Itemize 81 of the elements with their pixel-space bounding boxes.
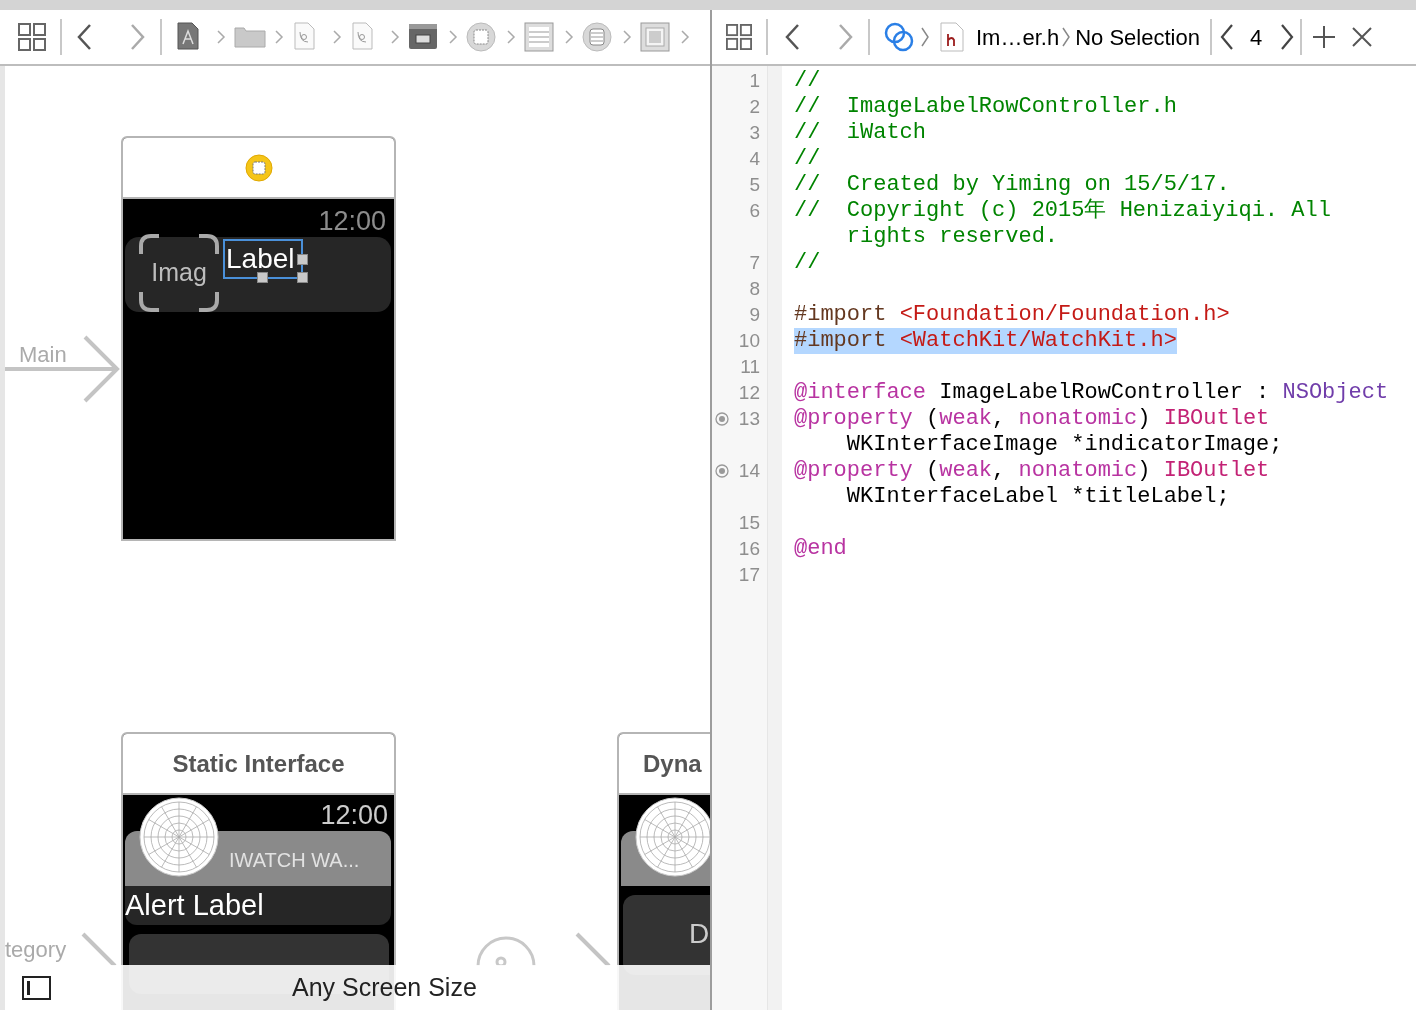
clapperboard-icon[interactable] [408,22,440,52]
row-group[interactable] [125,237,391,312]
line-number: 10 [738,328,760,353]
entry-point-label: Main [19,341,67,369]
code-line: @end [794,536,847,562]
clock-time: 12:00 [318,205,386,238]
forward-icon[interactable] [838,23,854,51]
chevron-icon [622,29,632,45]
line-number: 5 [749,172,760,197]
resize-handle[interactable] [297,272,308,283]
line-number: 15 [738,510,760,535]
add-icon[interactable] [1312,25,1337,49]
line-number: 6 [749,198,760,223]
code-line: // [794,146,821,172]
line-number: 2 [749,94,760,119]
line-number: 7 [749,250,760,275]
line-number: 1 [749,68,760,93]
close-icon[interactable] [1352,27,1373,47]
scene-title: Static Interface [172,748,345,779]
grid-icon[interactable] [18,23,46,51]
round-list-icon[interactable] [582,22,614,52]
code-line: WKInterfaceImage *indicatorImage; [846,432,1283,458]
chevron-icon [274,29,284,45]
chevron-icon [564,29,574,45]
forward-icon[interactable] [130,23,146,51]
code-line: WKInterfaceLabel *titleLabel; [846,484,1230,510]
code-line: @property (weak, nonatomic) IBOutlet [794,458,1270,484]
code-line: // [794,68,821,94]
line-number: 17 [738,562,760,587]
chevron-icon [1061,26,1072,48]
code-line: // ImageLabelRowController.h [794,94,1177,120]
header-file-icon[interactable] [940,22,964,52]
symbol-breadcrumb[interactable]: No Selection [1075,20,1200,54]
linked-circles-icon[interactable] [884,22,914,52]
image-placeholder[interactable]: Imag [139,234,219,312]
app-name: IWATCH WA... [229,848,360,873]
code-line: // Created by Yiming on 15/5/17. [794,172,1230,198]
chevron-icon [390,29,400,45]
chevron-icon [920,26,930,48]
outlet-connection-icon[interactable] [715,412,729,426]
alert-label: Alert Label [125,886,391,925]
previous-icon[interactable] [1219,23,1234,51]
chevron-icon [216,29,226,45]
resize-handle[interactable] [297,254,308,265]
sidebar-toggle-icon[interactable] [22,975,51,1000]
app-icon [139,797,219,877]
line-number: 14 [738,458,760,483]
line-number: 3 [749,120,760,145]
chevron-icon [506,29,516,45]
line-number: 11 [740,354,760,379]
back-icon[interactable] [784,23,800,51]
clock-time: 12:00 [320,799,388,832]
code-line: // iWatch [794,120,927,146]
grid-icon[interactable] [726,24,752,50]
code-line: @property (weak, nonatomic) IBOutlet [794,406,1270,432]
code-line: // [794,250,821,276]
code-line: // Copyright (c) 2015年 Henizaiyiqi. All [794,198,1331,224]
interface-controller-icon[interactable] [244,153,273,182]
resize-handle[interactable] [257,272,268,283]
segue-icon [475,936,537,966]
code-line: rights reserved. [846,224,1059,250]
code-line: @interface ImageLabelRowController : NSObject [794,380,1389,406]
line-number: 16 [738,536,760,561]
line-number: 8 [749,276,760,301]
code-line: #import <Foundation/Foundation.h> [794,302,1230,328]
category-label: tegory [5,936,67,964]
chevron-icon [448,29,458,45]
next-icon[interactable] [1280,23,1295,51]
scene-title: Dyna [643,748,702,779]
app-icon [635,797,710,877]
line-number: 4 [749,146,760,171]
counterpart-count: 4 [1249,23,1263,52]
outlet-connection-icon[interactable] [715,464,729,478]
scene-card[interactable]: 12:00 Imag Label [121,136,396,541]
chevron-icon [332,29,342,45]
line-number: 12 [738,380,760,405]
back-icon[interactable] [76,23,92,51]
chevron-icon [680,29,690,45]
line-number: 13 [738,406,760,431]
line-number: 9 [749,302,760,327]
file-breadcrumb[interactable]: Im…er.h [976,20,1060,54]
